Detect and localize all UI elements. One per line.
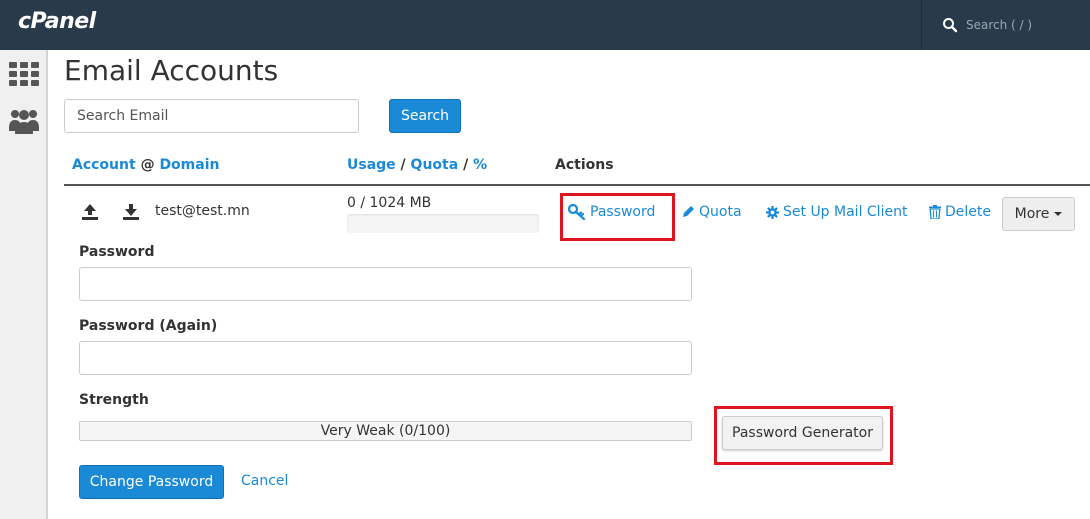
mail-client-action-label: Set Up Mail Client [783, 204, 908, 220]
page-title: Email Accounts [64, 54, 279, 87]
global-search-input[interactable] [966, 15, 1084, 35]
slash-separator: / [400, 157, 406, 173]
header-divider [64, 184, 1090, 186]
usage-quota-value: 0 / 1024 MB [347, 195, 432, 211]
domain-sort-link[interactable]: Domain [159, 157, 219, 173]
password-generator-button[interactable]: Password Generator [722, 416, 883, 450]
quota-action-label: Quota [699, 204, 742, 220]
account-email: test@test.mn [155, 203, 250, 219]
top-bar: cPanel [0, 0, 1090, 50]
key-icon [568, 204, 586, 220]
usage-quota-header: Usage / Quota / % [347, 157, 487, 173]
cancel-link[interactable]: Cancel [241, 473, 288, 489]
strength-meter: Very Weak (0/100) [79, 421, 692, 441]
more-dropdown-button[interactable]: More [1002, 197, 1075, 231]
account-domain-header: Account @ Domain [72, 157, 219, 173]
password-again-label: Password (Again) [79, 318, 218, 334]
search-icon [943, 18, 958, 33]
quota-action-link[interactable]: Quota [681, 204, 742, 220]
mail-client-action-link[interactable]: Set Up Mail Client [766, 204, 907, 220]
delete-action-label: Delete [945, 204, 991, 220]
delete-action-link[interactable]: Delete [929, 204, 991, 220]
percent-sort-link[interactable]: % [473, 157, 487, 173]
at-separator: @ [140, 157, 155, 173]
global-search [921, 0, 1090, 50]
password-again-field[interactable] [79, 341, 692, 375]
account-sort-link[interactable]: Account [72, 157, 136, 173]
sidebar [0, 50, 48, 519]
strength-label: Strength [79, 392, 149, 408]
password-field[interactable] [79, 267, 692, 301]
change-password-button[interactable]: Change Password [79, 465, 224, 499]
slash-separator: / [463, 157, 469, 173]
gear-icon [766, 205, 779, 219]
password-label: Password [79, 244, 155, 260]
actions-header: Actions [555, 157, 614, 173]
search-button[interactable]: Search [389, 99, 461, 133]
upload-icon[interactable] [81, 203, 99, 221]
chevron-down-icon [1054, 212, 1063, 216]
email-search-input[interactable] [64, 99, 359, 133]
pencil-icon [683, 206, 694, 217]
trash-icon [929, 205, 941, 219]
download-icon[interactable] [122, 203, 140, 221]
cpanel-logo[interactable]: cPanel [18, 9, 96, 34]
users-icon[interactable] [8, 106, 40, 136]
grid-icon[interactable] [8, 60, 40, 90]
password-action-link[interactable]: Password [568, 204, 655, 220]
password-action-label: Password [590, 204, 656, 220]
quota-sort-link[interactable]: Quota [411, 157, 459, 173]
usage-progress-bar [347, 214, 539, 233]
more-button-label: More [1014, 206, 1050, 222]
usage-sort-link[interactable]: Usage [347, 157, 396, 173]
